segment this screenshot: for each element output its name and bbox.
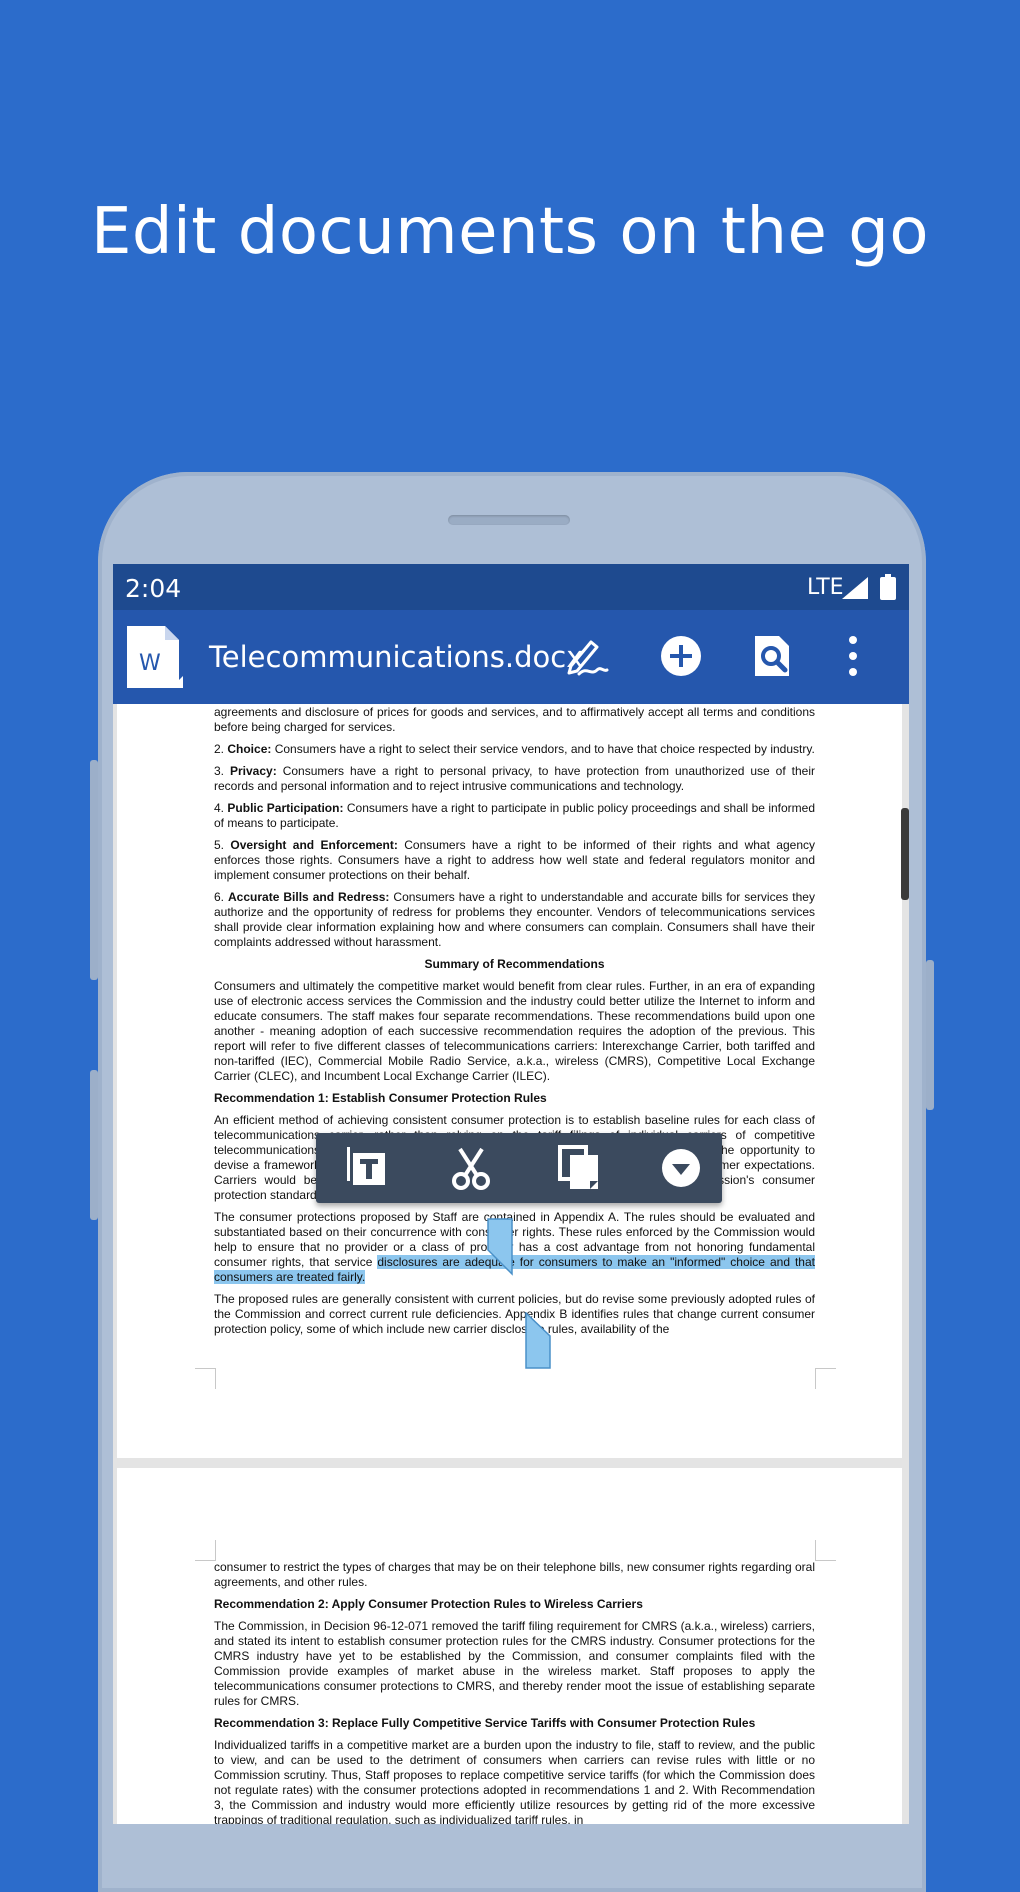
dropdown-icon[interactable]	[656, 1143, 706, 1193]
page-corner-mark	[815, 1368, 836, 1389]
add-circle-icon[interactable]	[657, 632, 705, 680]
selection-end-handle[interactable]	[525, 1312, 551, 1370]
svg-text:W: W	[139, 651, 161, 676]
recommendation-heading: Recommendation 2: Apply Consumer Protect…	[214, 1597, 643, 1611]
paragraph: Consumers and ultimately the competitive…	[214, 979, 815, 1083]
right-item: 6. Accurate Bills and Redress: Consumers…	[214, 890, 815, 949]
document-page: consumer to restrict the types of charge…	[117, 1468, 902, 1824]
page-corner-mark	[815, 1540, 836, 1561]
document-body[interactable]: agreements and disclosure of prices for …	[214, 705, 815, 1344]
status-time: 2:04	[125, 574, 182, 603]
selection-start-handle[interactable]	[487, 1218, 513, 1276]
status-network: LTE	[807, 575, 844, 600]
text-select-icon[interactable]	[343, 1143, 393, 1193]
recommendation-heading: Recommendation 1: Establish Consumer Pro…	[214, 1091, 547, 1105]
document-page: agreements and disclosure of prices for …	[117, 704, 902, 1458]
copy-icon[interactable]	[554, 1143, 604, 1193]
paragraph: The consumer protections proposed by Sta…	[214, 1210, 815, 1284]
phone-screen: 2:04 LTE W Telecommunications.docx agree…	[113, 564, 909, 1824]
headline: Edit documents on the go	[90, 195, 930, 269]
scrollbar-thumb[interactable]	[901, 808, 909, 900]
signal-icon	[842, 577, 868, 599]
recommendation-heading: Recommendation 3: Replace Fully Competit…	[214, 1716, 756, 1730]
right-item: 4. Public Participation: Consumers have …	[214, 801, 816, 830]
page-corner-mark	[195, 1368, 216, 1389]
paragraph: The proposed rules are generally consist…	[214, 1292, 815, 1336]
paragraph: The Commission, in Decision 96-12-071 re…	[214, 1619, 815, 1708]
battery-icon	[880, 574, 896, 600]
word-icon[interactable]: W	[127, 626, 183, 688]
right-item: 5. Oversight and Enforcement: Consumers …	[214, 838, 815, 882]
phone-side-button	[90, 760, 98, 980]
right-item: 3. Privacy: Consumers have a right to pe…	[214, 764, 816, 793]
paragraph: consumer to restrict the types of charge…	[214, 1560, 815, 1589]
more-vert-icon[interactable]	[843, 632, 863, 680]
scissors-icon[interactable]	[446, 1143, 496, 1193]
app-bar: W Telecommunications.docx	[113, 610, 909, 704]
document-title[interactable]: Telecommunications.docx	[209, 640, 583, 674]
document-body[interactable]: consumer to restrict the types of charge…	[214, 1560, 815, 1824]
paragraph: Individualized tariffs in a competitive …	[214, 1738, 815, 1824]
phone-side-button	[926, 960, 934, 1110]
status-bar: 2:04 LTE	[113, 564, 909, 610]
search-doc-icon[interactable]	[749, 632, 797, 680]
paragraph: agreements and disclosure of prices for …	[214, 705, 815, 734]
right-item: 2. Choice: Consumers have a right to sel…	[214, 742, 815, 756]
phone-side-button	[90, 1070, 98, 1220]
selection-toolbar	[316, 1133, 722, 1203]
section-heading: Summary of Recommendations	[424, 957, 605, 971]
phone-speaker	[448, 515, 570, 525]
pen-icon[interactable]	[561, 632, 609, 680]
page-corner-mark	[195, 1540, 216, 1561]
